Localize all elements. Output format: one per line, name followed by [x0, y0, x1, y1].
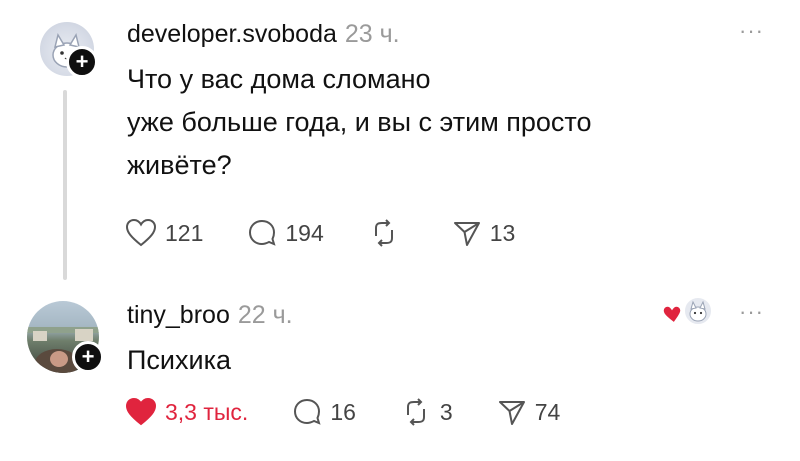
comment-icon — [294, 398, 321, 425]
send-icon — [498, 401, 525, 425]
post-text: Что у вас дома сломано уже больше года, … — [127, 58, 747, 187]
heart-filled-icon — [125, 397, 157, 426]
post-text-line: Психика — [127, 345, 231, 375]
like-count: 121 — [165, 219, 204, 246]
username[interactable]: tiny_broo — [127, 301, 230, 329]
repost-button[interactable]: 3 — [400, 397, 453, 427]
post-tiny-broo: + tiny_broo 22 ч. ··· Психика 3,3 тыс. 1… — [0, 285, 800, 461]
like-count: 3,3 тыс. — [165, 398, 249, 425]
follow-button[interactable]: + — [66, 46, 98, 78]
more-options-button[interactable]: ··· — [739, 299, 764, 325]
liked-by-author-icon — [662, 296, 713, 326]
repost-icon — [406, 398, 425, 426]
share-count: 13 — [489, 219, 516, 246]
post-text: Психика — [127, 339, 747, 382]
repost-count: 3 — [439, 398, 453, 425]
thread-line — [63, 90, 67, 280]
username[interactable]: developer.svoboda — [127, 20, 337, 48]
share-count: 74 — [534, 398, 561, 425]
like-button[interactable]: 3,3 тыс. — [125, 397, 248, 427]
comment-icon — [249, 219, 276, 246]
reply-count: 194 — [285, 219, 324, 246]
share-button[interactable]: 13 — [452, 218, 516, 248]
timestamp: 22 ч. — [237, 301, 293, 329]
heart-icon — [125, 218, 157, 247]
share-button[interactable]: 74 — [497, 397, 561, 427]
reply-button[interactable]: 194 — [247, 218, 324, 248]
more-options-button[interactable]: ··· — [739, 18, 764, 44]
timestamp: 23 ч. — [344, 20, 400, 48]
reply-button[interactable]: 16 — [292, 397, 356, 427]
author-liked-indicator — [662, 295, 722, 329]
post-header: developer.svoboda 23 ч. — [127, 20, 400, 49]
post-actions: 121 194 13 — [125, 218, 559, 248]
post-developer-svoboda: + developer.svoboda 23 ч. ··· Что у вас д… — [0, 0, 800, 285]
like-button[interactable]: 121 — [125, 218, 203, 248]
follow-button[interactable]: + — [72, 341, 104, 373]
post-text-line: живёте? — [127, 150, 232, 180]
repost-icon — [374, 219, 393, 247]
post-actions: 3,3 тыс. 16 3 74 — [125, 397, 604, 427]
send-icon — [453, 222, 480, 246]
post-text-line: уже больше года, и вы с этим просто — [127, 107, 592, 137]
post-text-line: Что у вас дома сломано — [127, 64, 431, 94]
repost-button[interactable] — [368, 218, 408, 248]
reply-count: 16 — [330, 398, 356, 425]
post-header: tiny_broo 22 ч. — [127, 301, 293, 330]
